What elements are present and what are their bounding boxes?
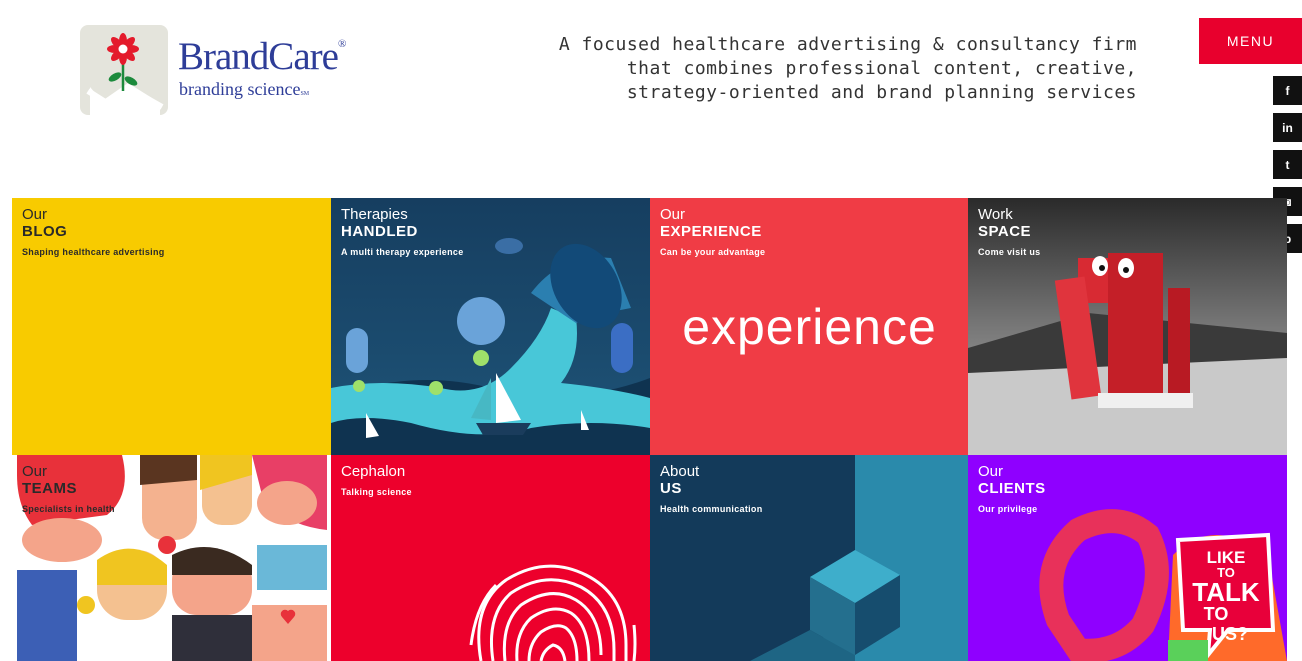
brand-name: BrandCare® [178,35,346,78]
tile-subtitle: Shaping healthcare advertising [22,247,165,257]
tile-eyebrow: Our [22,463,48,480]
menu-button[interactable]: MENU [1199,18,1302,64]
tile-clients[interactable]: LIKE TO TALK TO US? Our CLIENTS Our priv… [968,455,1287,661]
twitter-icon[interactable]: t [1273,150,1302,179]
tile-subtitle: Talking science [341,487,412,497]
tile-heading: Our TEAMS Specialists in health [22,463,115,514]
clients-bubble-line4: TO [1204,604,1229,624]
tile-title: US [660,480,682,497]
tile-eyebrow: Our [660,206,686,223]
tile-workspace[interactable]: Work SPACE Come visit us [968,198,1287,455]
tile-blog[interactable]: Our BLOG Shaping healthcare advertising [12,198,331,455]
experience-wordmark: experience [682,299,937,355]
tile-subtitle: Health communication [660,504,763,514]
tile-subtitle: Specialists in health [22,504,115,514]
tile-subtitle: Our privilege [978,504,1038,514]
tile-title: HANDLED [341,223,418,240]
tile-title: TEAMS [22,480,77,497]
clients-bubble-line3: TALK [1192,577,1260,607]
tile-title: EXPERIENCE [660,223,762,240]
tile-heading: Our BLOG Shaping healthcare advertising [22,206,165,257]
header-description: A focused healthcare advertising & consu… [558,34,1137,103]
tile-eyebrow: Our [22,206,48,223]
tile-eyebrow: Therapies [341,206,408,223]
tile-subtitle: A multi therapy experience [341,247,464,257]
tile-teams[interactable]: Our TEAMS Specialists in health [12,455,331,661]
tile-therapies[interactable]: Therapies HANDLED A multi therapy experi… [331,198,650,455]
tile-subtitle: Come visit us [978,247,1041,257]
facebook-icon[interactable]: f [1273,76,1302,105]
tile-title: SPACE [978,223,1032,240]
clients-bubble-line5: US? [1212,624,1248,644]
brand-tagline: branding scienceSM [179,79,310,99]
tile-heading: Our CLIENTS Our privilege [978,463,1046,514]
tile-cephalon[interactable]: Cephalon Talking science [331,455,650,661]
tile-heading: Our EXPERIENCE Can be your advantage [660,206,765,257]
tile-heading: About US Health communication [660,463,763,514]
tile-heading: Cephalon Talking science [341,463,412,497]
tile-heading: Work SPACE Come visit us [978,206,1040,257]
tile-eyebrow: Our [978,463,1004,480]
logo-emblem [80,25,168,115]
brandcare-logo[interactable]: BrandCare® branding scienceSM [80,25,380,117]
tile-about-us[interactable]: About US Health communication [650,455,969,661]
tile-heading: Therapies HANDLED A multi therapy experi… [341,206,464,257]
tile-experience[interactable]: experience Our EXPERIENCE Can be your ad… [650,198,969,455]
tile-eyebrow: Work [978,206,1013,223]
tile-subtitle: Can be your advantage [660,247,766,257]
tile-eyebrow: Cephalon [341,463,406,480]
tile-title: CLIENTS [978,480,1046,497]
tile-eyebrow: About [660,463,700,480]
tile-title: BLOG [22,223,68,240]
linkedin-icon[interactable]: in [1273,113,1302,142]
